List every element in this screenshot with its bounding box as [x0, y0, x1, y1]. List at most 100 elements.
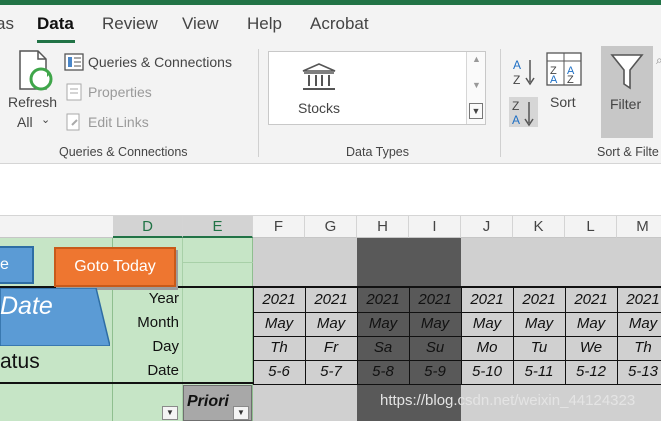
gridline — [461, 336, 513, 337]
gridline — [513, 384, 565, 385]
previous-week-button[interactable]: e — [0, 246, 34, 284]
column-header-j[interactable]: J — [461, 216, 513, 238]
group-label-queries: Queries & Connections — [59, 145, 188, 159]
column-header-e[interactable]: E — [183, 216, 253, 238]
row-label-month: Month — [137, 314, 179, 331]
gridline — [617, 336, 661, 337]
column-header-l[interactable]: L — [565, 216, 617, 238]
status-label: atus — [0, 350, 40, 373]
chevron-down-icon: ⌄ — [41, 114, 51, 126]
gridline — [357, 384, 409, 385]
sort-dialog-icon: Z A A Z — [546, 52, 582, 86]
gridline — [357, 312, 409, 313]
formula-bar-area — [0, 164, 661, 216]
group-divider — [500, 49, 501, 157]
filter-button[interactable]: Filter — [601, 46, 653, 138]
properties-icon — [66, 83, 82, 101]
gridline — [461, 312, 513, 313]
gridline — [461, 360, 513, 361]
header-area-weekend — [357, 238, 461, 286]
border-line — [0, 382, 253, 384]
sort-za-letter-z: Z — [512, 99, 519, 113]
tab-view[interactable]: View — [182, 14, 219, 34]
gridline — [617, 312, 661, 313]
svg-text:A: A — [550, 74, 558, 86]
row-label-year: Year — [148, 290, 179, 307]
column-header-m[interactable]: M — [617, 216, 661, 238]
gallery-scrollbar[interactable]: ▲ ▼ ▼ — [466, 52, 485, 124]
stocks-label: Stocks — [298, 100, 341, 116]
filter-label: Filter — [610, 96, 642, 112]
filter-funnel-icon — [610, 54, 644, 90]
gridline — [513, 312, 565, 313]
gridline — [513, 360, 565, 361]
edit-links-label: Edit Links — [88, 114, 149, 130]
gridline — [253, 360, 305, 361]
refresh-icon — [19, 50, 53, 91]
group-divider — [258, 49, 259, 157]
scroll-down-icon[interactable]: ▼ — [472, 80, 481, 90]
row-label-date: Date — [147, 362, 179, 379]
filter-dropdown-button[interactable]: ▼ — [162, 406, 178, 420]
gridline — [461, 384, 513, 385]
sort-az-letter-a: A — [513, 58, 521, 72]
gridline — [565, 360, 617, 361]
gridline — [305, 336, 357, 337]
priority-filter-dropdown-button[interactable]: ▼ — [233, 406, 249, 420]
gridline — [253, 312, 305, 313]
gridline — [617, 384, 661, 385]
sort-descending-icon: Z A — [512, 99, 534, 127]
gridline — [183, 262, 253, 263]
tab-help[interactable]: Help — [247, 14, 282, 34]
gallery-expand-icon[interactable]: ▼ — [469, 103, 483, 119]
ribbon: Refresh All ⌄ Queries & Connections Prop… — [0, 43, 661, 164]
tab-data[interactable]: Data — [37, 14, 74, 34]
border-line — [253, 286, 661, 288]
ribbon-tabs: as Data Review View Help Acrobat — [0, 5, 661, 43]
properties-label: Properties — [88, 84, 152, 100]
row-label-day: Day — [152, 338, 179, 355]
gridline — [357, 336, 409, 337]
gridline — [565, 336, 617, 337]
gridline — [409, 312, 461, 313]
goto-today-button[interactable]: Goto Today — [54, 247, 176, 287]
sort-az-letter-z: Z — [513, 73, 520, 87]
gridline — [253, 336, 305, 337]
tab-review[interactable]: Review — [102, 14, 158, 34]
column-header-f[interactable]: F — [253, 216, 305, 238]
column-header-h[interactable]: H — [357, 216, 409, 238]
sort-ascending-icon: A Z — [513, 58, 535, 87]
gridline — [409, 384, 461, 385]
tab-acrobat[interactable]: Acrobat — [310, 14, 369, 34]
column-header-k[interactable]: K — [513, 216, 565, 238]
tab-formulas[interactable]: as — [0, 14, 14, 34]
gridline — [565, 312, 617, 313]
sort-label: Sort — [550, 94, 576, 110]
worksheet-grid: D E F G H I J K L M e Goto Today Date at… — [0, 216, 661, 421]
clear-filter-icon[interactable]: ⌕ — [656, 53, 661, 68]
excel-window: as Data Review View Help Acrobat Refresh… — [0, 0, 661, 421]
scroll-up-icon[interactable]: ▲ — [472, 54, 481, 64]
refresh-label-line2: All — [17, 114, 33, 130]
queries-icon — [64, 53, 84, 71]
sort-descending-button[interactable]: Z A — [509, 97, 538, 127]
column-header-d[interactable]: D — [113, 216, 183, 238]
gridline — [617, 360, 661, 361]
gridline — [305, 384, 357, 385]
data-types-gallery[interactable]: Stocks ▲ ▼ ▼ — [268, 51, 486, 125]
column-header-g[interactable]: G — [305, 216, 357, 238]
queries-connections-label: Queries & Connections — [88, 54, 232, 70]
gridline — [565, 384, 617, 385]
priority-header-text: Priori — [187, 393, 229, 410]
chevron-down-icon: ▼ — [166, 408, 174, 417]
gridline — [409, 360, 461, 361]
edit-links-icon — [66, 113, 80, 131]
gridline — [357, 360, 409, 361]
gridline — [513, 336, 565, 337]
sort-za-letter-a: A — [512, 113, 520, 127]
watermark: https://blog.csdn.net/weixin_44124323 — [380, 392, 636, 409]
column-header-i[interactable]: I — [409, 216, 461, 238]
group-label-sort-filter: Sort & Filte — [597, 145, 659, 159]
gridline — [409, 336, 461, 337]
gridline — [253, 384, 305, 385]
